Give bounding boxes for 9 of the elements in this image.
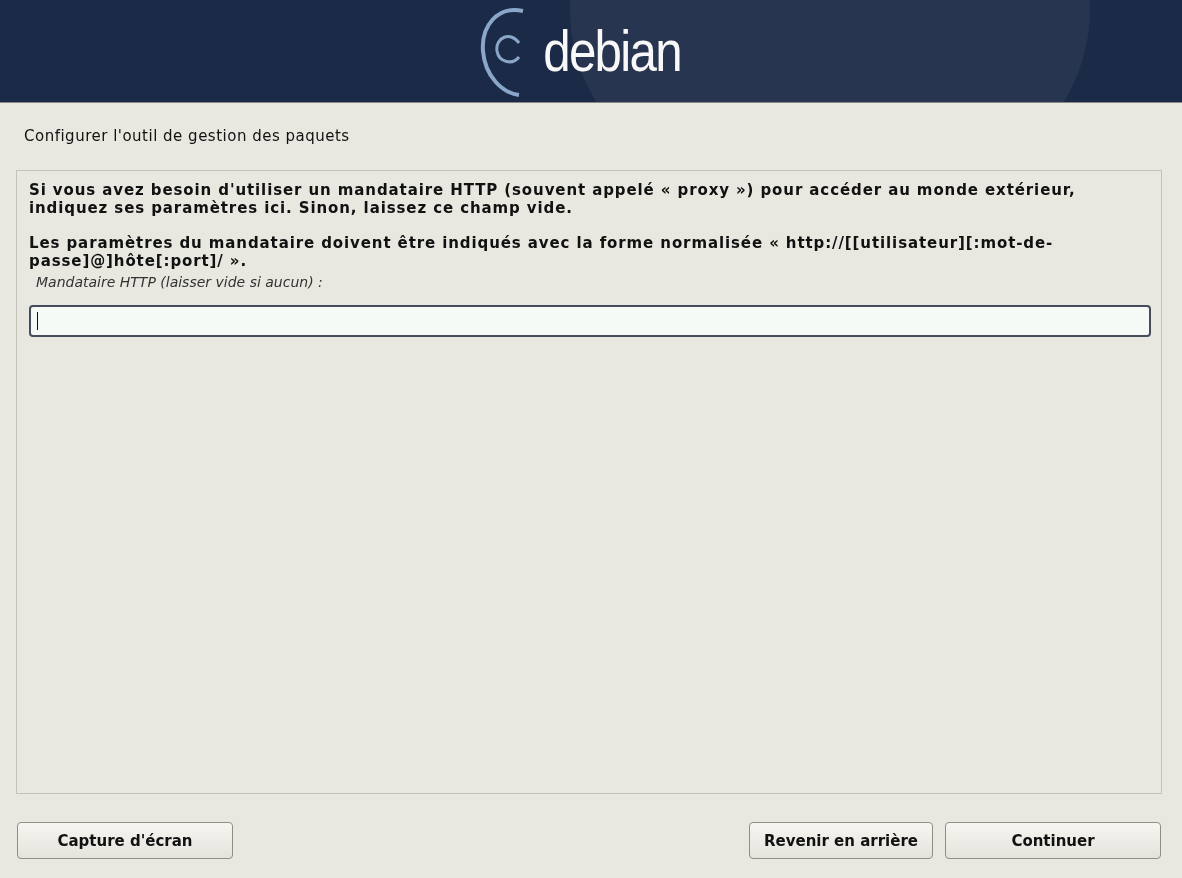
- screenshot-button[interactable]: Capture d'écran: [17, 822, 233, 859]
- back-button[interactable]: Revenir en arrière: [749, 822, 933, 859]
- field-label: Mandataire HTTP (laisser vide si aucun) :: [35, 274, 324, 290]
- proxy-input-field[interactable]: [29, 305, 1151, 337]
- instruction-text: Les paramètres du mandataire doivent être indiqués avec la forme normalisée « http://[[utilisateur][:mot-de-passe]@]hôte[:port]/ ».: [29, 234, 1055, 270]
- logo-text: debian: [543, 22, 681, 80]
- instruction-text: Si vous avez besoin d'utiliser un mandataire HTTP (souvent appelé « proxy ») pour accéder au monde extérieur, indiquez ses paramètres ici. Sinon, laissez ce champ vide.: [29, 181, 1077, 217]
- continue-button[interactable]: Continuer: [945, 822, 1161, 859]
- step-title: Configurer l'outil de gestion des paquets: [23, 126, 351, 147]
